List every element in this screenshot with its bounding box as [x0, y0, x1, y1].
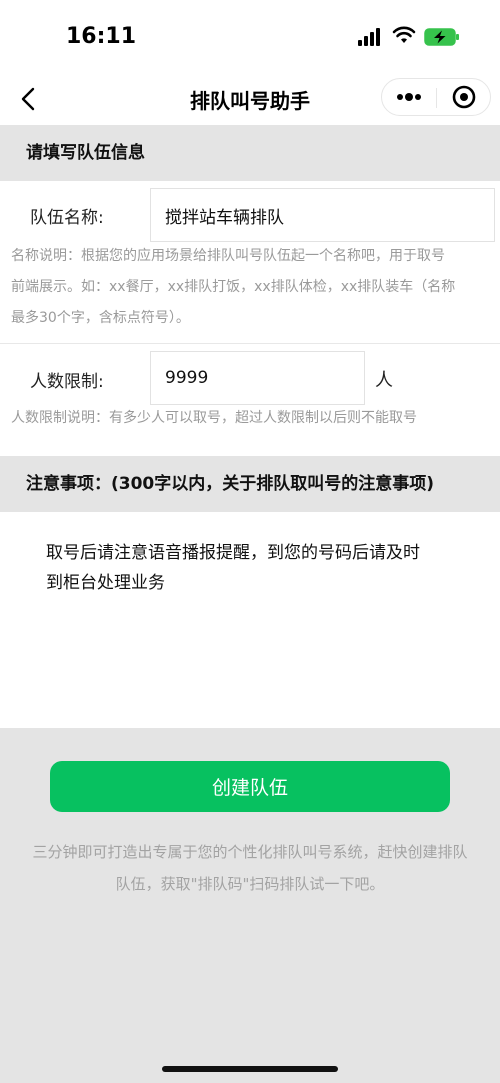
wifi-icon — [392, 26, 416, 43]
people-limit-hint: 人数限制说明：有多少人可以取号，超过人数限制以后则不能取号 — [11, 410, 417, 426]
battery-charging-icon — [424, 28, 459, 46]
promo-text: 三分钟即可打造出专属于您的个性化排队叫号系统，赶快创建排队 队伍，获取"排队码"… — [8, 836, 492, 900]
cellular-signal-icon — [358, 28, 384, 46]
target-circle-icon[interactable] — [437, 79, 491, 115]
section-team-header: 请填写队伍信息 — [0, 125, 500, 181]
team-name-input[interactable] — [150, 188, 495, 242]
promo-line: 队伍，获取"排队码"扫码排队试一下吧。 — [115, 875, 385, 893]
notes-area[interactable]: 取号后请注意语音播报提醒，到您的号码后请及时 到柜台处理业务 — [0, 512, 500, 728]
team-name-hint-line: 最多30个字，含标点符号）。 — [11, 310, 190, 326]
mini-program-capsule — [381, 78, 491, 116]
notes-line: 到柜台处理业务 — [46, 573, 165, 593]
team-name-hint: 名称说明：根据您的应用场景给排队叫号队伍起一个名称吧，用于取号 前端展示。如：x… — [11, 241, 489, 334]
team-name-hint-line: 名称说明：根据您的应用场景给排队叫号队伍起一个名称吧，用于取号 — [11, 248, 445, 264]
status-time: 16:11 — [66, 24, 137, 49]
people-limit-label: 人数限制: — [30, 372, 104, 392]
notes-line: 取号后请注意语音播报提醒，到您的号码后请及时 — [46, 543, 420, 563]
home-indicator — [162, 1066, 338, 1072]
people-limit-unit: 人 — [375, 370, 393, 391]
more-dots-icon[interactable] — [382, 79, 436, 115]
divider — [0, 343, 500, 344]
team-name-hint-line: 前端展示。如：xx餐厅，xx排队打饭，xx排队体检，xx排队装车（名称 — [11, 279, 456, 295]
people-limit-input[interactable] — [150, 351, 365, 405]
nav-bar: 排队叫号助手 — [0, 75, 500, 125]
create-team-button[interactable]: 创建队伍 — [50, 761, 450, 812]
notes-textarea[interactable]: 取号后请注意语音播报提醒，到您的号码后请及时 到柜台处理业务 — [46, 538, 456, 598]
promo-line: 三分钟即可打造出专属于您的个性化排队叫号系统，赶快创建排队 — [32, 843, 468, 861]
status-bar: 16:11 — [0, 0, 500, 75]
section-notes-header: 注意事项：(300字以内，关于排队取叫号的注意事项) — [0, 456, 500, 512]
team-name-label: 队伍名称: — [30, 208, 104, 228]
